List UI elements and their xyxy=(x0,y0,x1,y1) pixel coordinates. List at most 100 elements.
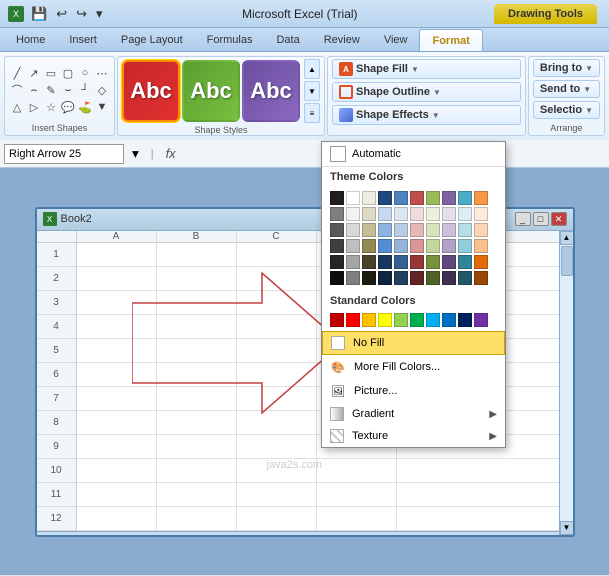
swatch-4-6[interactable] xyxy=(426,255,440,269)
swatch-5-8[interactable] xyxy=(458,271,472,285)
arrow-shape[interactable] xyxy=(132,263,342,423)
std-swatch-0[interactable] xyxy=(330,313,344,327)
cell-c11[interactable] xyxy=(237,483,317,507)
swatch-1-8[interactable] xyxy=(458,207,472,221)
tab-formulas[interactable]: Formulas xyxy=(195,29,265,51)
std-swatch-4[interactable] xyxy=(394,313,408,327)
shape-circle[interactable]: ○ xyxy=(77,65,93,81)
gradient-item[interactable]: Gradient ▶ xyxy=(322,403,505,425)
no-fill-item[interactable]: No Fill xyxy=(322,331,505,355)
tab-format[interactable]: Format xyxy=(419,29,482,51)
std-swatch-2[interactable] xyxy=(362,313,376,327)
swatch-5-4[interactable] xyxy=(394,271,408,285)
cell-a12[interactable] xyxy=(77,507,157,531)
shape-effects-dropdown-arrow[interactable]: ▼ xyxy=(432,111,440,120)
swatch-2-6[interactable] xyxy=(426,223,440,237)
swatch-1-4[interactable] xyxy=(394,207,408,221)
cell-b10[interactable] xyxy=(157,459,237,483)
swatch-4-5[interactable] xyxy=(410,255,424,269)
style-btn-red[interactable]: Abc xyxy=(122,60,180,122)
cell-d11[interactable] xyxy=(317,483,397,507)
bring-to-front-button[interactable]: Bring to ▼ xyxy=(533,59,600,77)
std-swatch-6[interactable] xyxy=(426,313,440,327)
shape-banner[interactable]: ⛳ xyxy=(77,99,93,115)
swatch-3-4[interactable] xyxy=(394,239,408,253)
swatch-2-5[interactable] xyxy=(410,223,424,237)
swatch-1-1[interactable] xyxy=(346,207,360,221)
swatch-4-9[interactable] xyxy=(474,255,488,269)
swatch-0-9[interactable] xyxy=(474,191,488,205)
swatch-5-6[interactable] xyxy=(426,271,440,285)
style-btn-purple[interactable]: Abc xyxy=(242,60,300,122)
swatch-2-2[interactable] xyxy=(362,223,376,237)
style-scroll-down[interactable]: ▼ xyxy=(304,81,320,101)
swatch-3-8[interactable] xyxy=(458,239,472,253)
swatch-5-2[interactable] xyxy=(362,271,376,285)
tab-review[interactable]: Review xyxy=(312,29,372,51)
cell-c12[interactable] xyxy=(237,507,317,531)
cell-b12[interactable] xyxy=(157,507,237,531)
tab-page-layout[interactable]: Page Layout xyxy=(109,29,195,51)
std-swatch-3[interactable] xyxy=(378,313,392,327)
swatch-0-0[interactable] xyxy=(330,191,344,205)
shape-outline-button[interactable]: Shape Outline ▼ xyxy=(332,82,521,102)
swatch-2-1[interactable] xyxy=(346,223,360,237)
selection-arrow[interactable]: ▼ xyxy=(585,106,593,115)
swatch-2-4[interactable] xyxy=(394,223,408,237)
swatch-0-2[interactable] xyxy=(362,191,376,205)
shape-curve[interactable]: ⌢ xyxy=(26,82,42,98)
scroll-down-button[interactable]: ▼ xyxy=(560,521,573,535)
swatch-0-4[interactable] xyxy=(394,191,408,205)
swatch-4-3[interactable] xyxy=(378,255,392,269)
cell-a9[interactable] xyxy=(77,435,157,459)
swatch-5-9[interactable] xyxy=(474,271,488,285)
cell-d10[interactable] xyxy=(317,459,397,483)
cell-b11[interactable] xyxy=(157,483,237,507)
swatch-3-3[interactable] xyxy=(378,239,392,253)
swatch-1-5[interactable] xyxy=(410,207,424,221)
swatch-1-0[interactable] xyxy=(330,207,344,221)
cell-d12[interactable] xyxy=(317,507,397,531)
swatch-3-6[interactable] xyxy=(426,239,440,253)
swatch-3-1[interactable] xyxy=(346,239,360,253)
cell-b9[interactable] xyxy=(157,435,237,459)
cell-c10[interactable] xyxy=(237,459,317,483)
swatch-0-3[interactable] xyxy=(378,191,392,205)
send-to-back-arrow[interactable]: ▼ xyxy=(583,85,591,94)
shape-more[interactable]: ⋯ xyxy=(94,65,110,81)
shape-fill-button[interactable]: A Shape Fill ▼ xyxy=(332,59,521,79)
name-box-dropdown[interactable]: ▾ xyxy=(128,146,143,162)
shape-outline-dropdown-arrow[interactable]: ▼ xyxy=(433,88,441,97)
swatch-5-1[interactable] xyxy=(346,271,360,285)
tab-insert[interactable]: Insert xyxy=(57,29,109,51)
shape-fill-dropdown-arrow[interactable]: ▼ xyxy=(411,65,419,74)
swatch-5-7[interactable] xyxy=(442,271,456,285)
swatch-4-0[interactable] xyxy=(330,255,344,269)
cell-a10[interactable] xyxy=(77,459,157,483)
shape-star[interactable]: ☆ xyxy=(43,99,59,115)
std-swatch-1[interactable] xyxy=(346,313,360,327)
undo-button[interactable]: ↩ xyxy=(53,5,70,23)
shape-arc[interactable]: ⌒ xyxy=(9,82,25,98)
redo-button[interactable]: ↪ xyxy=(73,5,90,23)
style-more[interactable]: ≡ xyxy=(304,103,320,123)
bring-to-front-arrow[interactable]: ▼ xyxy=(585,64,593,73)
swatch-3-0[interactable] xyxy=(330,239,344,253)
shape-line[interactable]: ╱ xyxy=(9,65,25,81)
style-scroll-up[interactable]: ▲ xyxy=(304,59,320,79)
tab-data[interactable]: Data xyxy=(264,29,311,51)
shape-rtri[interactable]: ▷ xyxy=(26,99,42,115)
shape-connector[interactable]: ⌣ xyxy=(60,82,76,98)
shape-rect[interactable]: ▭ xyxy=(43,65,59,81)
send-to-back-button[interactable]: Send to ▼ xyxy=(533,80,600,98)
swatch-1-7[interactable] xyxy=(442,207,456,221)
std-swatch-9[interactable] xyxy=(474,313,488,327)
close-button[interactable]: ✕ xyxy=(551,212,567,226)
shape-freeform[interactable]: ✎ xyxy=(43,82,59,98)
swatch-1-3[interactable] xyxy=(378,207,392,221)
swatch-2-9[interactable] xyxy=(474,223,488,237)
name-box[interactable] xyxy=(4,144,124,164)
swatch-0-1[interactable] xyxy=(346,191,360,205)
swatch-1-2[interactable] xyxy=(362,207,376,221)
std-swatch-5[interactable] xyxy=(410,313,424,327)
